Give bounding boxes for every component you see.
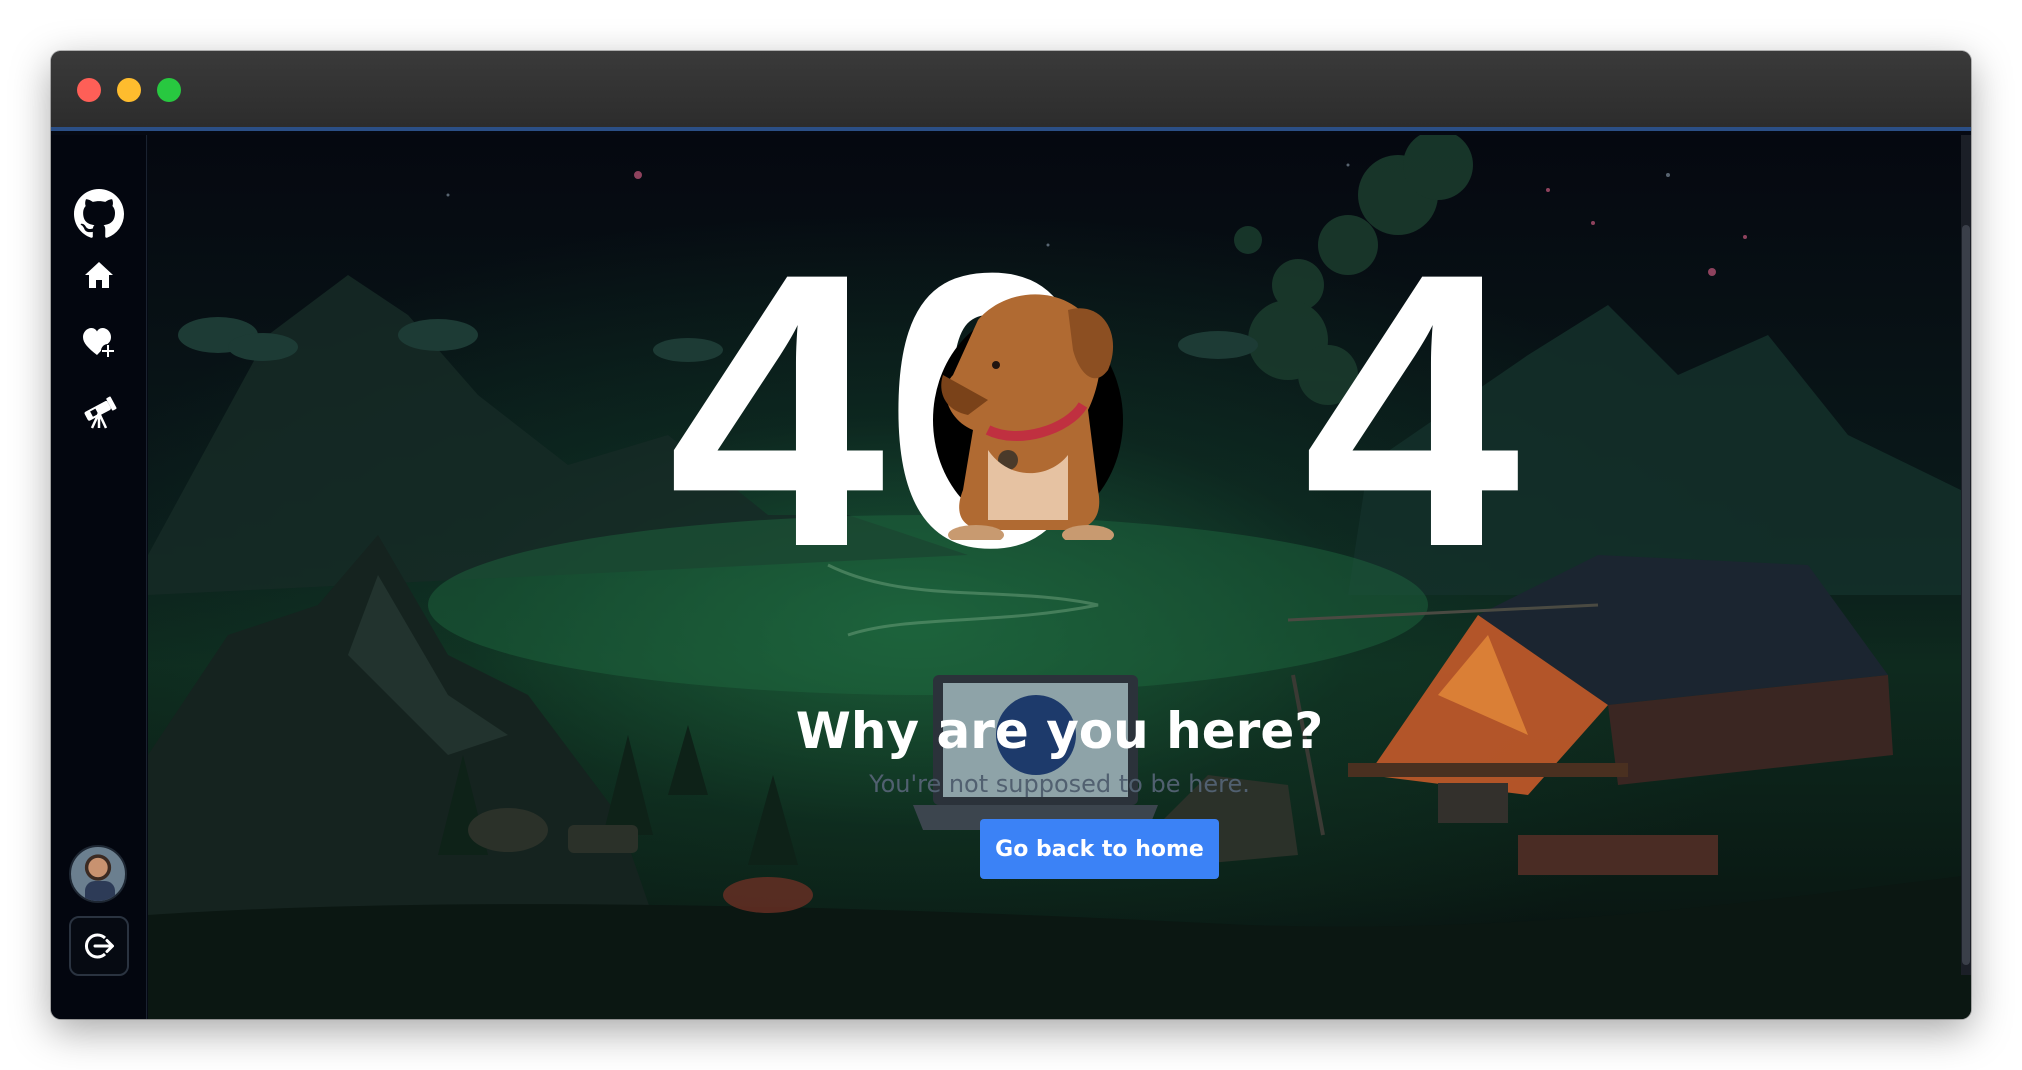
error-digit-left: 4 <box>668 192 885 628</box>
logout-button[interactable] <box>69 916 129 976</box>
telescope-icon[interactable] <box>51 395 147 429</box>
avatar[interactable] <box>69 845 127 903</box>
close-window-button[interactable] <box>77 78 101 102</box>
logout-icon <box>85 933 114 959</box>
scrollbar-thumb[interactable] <box>1962 225 1970 965</box>
home-icon[interactable] <box>51 261 147 289</box>
error-subtitle: You're not supposed to be here. <box>869 770 1250 798</box>
title-bar <box>51 51 1971 131</box>
sidebar <box>51 135 147 1019</box>
main-content: 4 0 4 Why are you here? You're not suppo… <box>148 135 1971 1019</box>
dog-image <box>933 294 1123 540</box>
scrollbar[interactable] <box>1961 135 1971 975</box>
browser-window: 4 0 4 Why are you here? You're not suppo… <box>51 51 1971 1019</box>
error-digit-right: 4 <box>1303 192 1520 628</box>
minimize-window-button[interactable] <box>117 78 141 102</box>
error-title: Why are you here? <box>795 702 1324 760</box>
maximize-window-button[interactable] <box>157 78 181 102</box>
go-home-button[interactable]: Go back to home <box>980 819 1219 879</box>
heart-plus-icon[interactable] <box>51 327 147 359</box>
error-code-404: 4 0 4 <box>668 192 1568 628</box>
github-icon[interactable] <box>51 189 147 239</box>
